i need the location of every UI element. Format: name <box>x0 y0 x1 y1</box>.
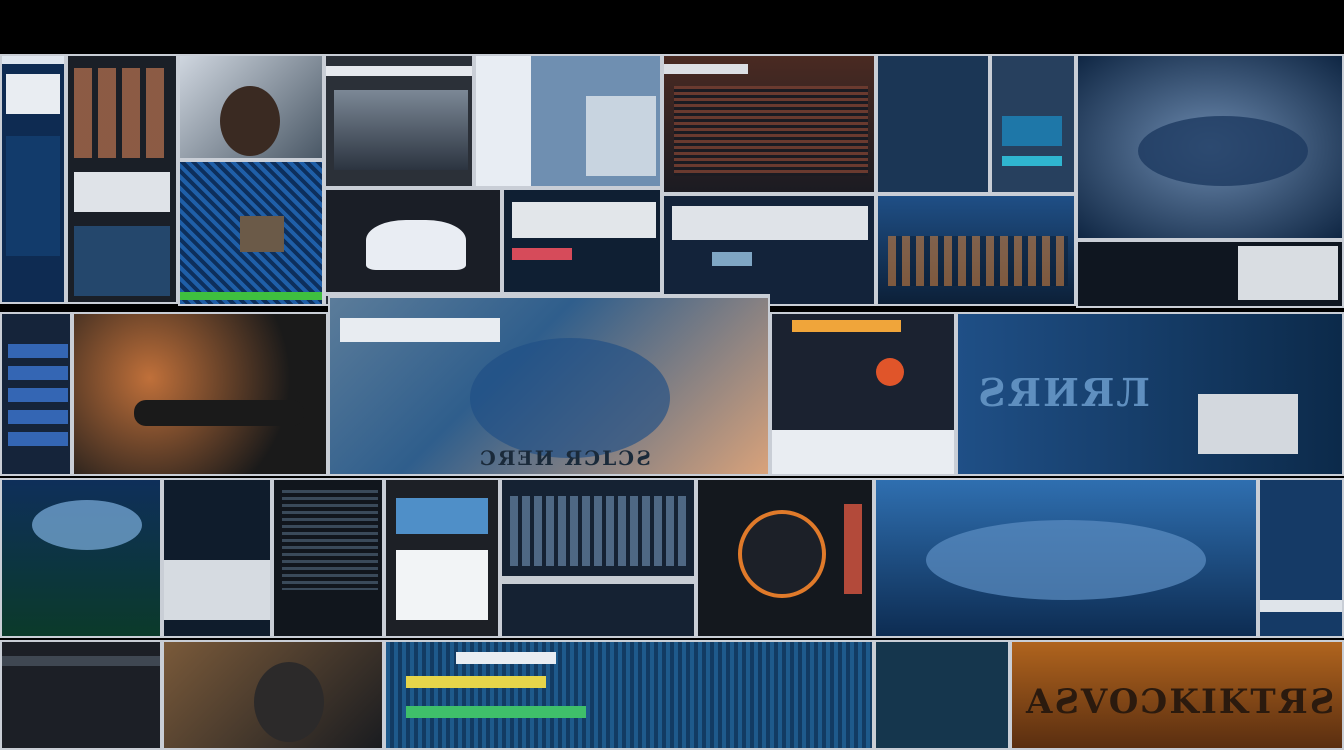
tile-titlebar <box>792 320 902 332</box>
tile-panel <box>1238 246 1338 300</box>
tile-panel <box>6 74 60 114</box>
screenshot-tile-9 <box>990 54 1076 194</box>
screenshot-tile-34: AƧVOƆKIKTЯƧ <box>1010 640 1344 750</box>
tile-panel <box>6 136 60 256</box>
tile-progress-bar <box>406 706 586 718</box>
tile-figure-shape <box>254 662 324 742</box>
screenshot-tile-7 <box>662 54 876 194</box>
tile-panel <box>396 550 488 620</box>
tile-figure-shape <box>220 86 280 156</box>
tile-overlay-text: AƧVOƆKIKTЯƧ <box>1026 682 1337 722</box>
tile-keyboard-grid <box>510 496 690 566</box>
tile-red-dot <box>876 358 904 386</box>
screenshot-tile-28 <box>874 478 1258 638</box>
screenshot-tile-29 <box>1258 478 1344 638</box>
screenshot-tile-13 <box>662 194 876 306</box>
screenshot-tile-4 <box>178 160 324 306</box>
screenshot-tile-3 <box>178 54 324 160</box>
tile-dark-strip <box>134 400 304 426</box>
tile-titlebar <box>326 66 472 76</box>
tile-scanline-area <box>282 490 378 590</box>
tile-icon-grid <box>8 344 68 454</box>
tile-titlebar <box>340 318 500 342</box>
tile-panel <box>772 430 954 474</box>
tile-wave-shape <box>32 500 142 550</box>
screenshot-tile-25 <box>384 478 500 638</box>
screenshot-tile-20 <box>770 312 956 476</box>
screenshot-tile-31 <box>162 640 384 750</box>
tile-panel <box>456 652 556 664</box>
screenshot-tile-14 <box>876 194 1076 306</box>
screenshot-tile-32 <box>384 640 874 750</box>
tile-panel <box>74 226 170 296</box>
screenshot-tile-30 <box>0 640 162 750</box>
screenshot-tile-19: ƆЯƎИ ЯƆLƆƧ <box>328 296 770 476</box>
tile-panel <box>1002 116 1062 146</box>
tile-panel <box>2 656 160 666</box>
tile-dial-shape <box>738 510 826 598</box>
screenshot-tile-17 <box>0 312 72 476</box>
tile-panel <box>74 172 170 212</box>
tile-progress-bar <box>406 676 546 688</box>
screenshot-tile-18 <box>72 312 328 476</box>
tile-panel <box>512 202 656 238</box>
tile-building-shape <box>586 96 656 176</box>
tile-panel <box>240 216 284 252</box>
tile-image-area <box>334 90 468 170</box>
tile-panel <box>502 576 694 584</box>
top-black-band <box>0 0 1344 54</box>
tile-whale-shape <box>926 520 1206 600</box>
tile-titlebar <box>2 56 64 64</box>
screenshot-tile-26 <box>500 478 696 638</box>
tile-panel <box>1002 156 1062 166</box>
tile-panel <box>164 560 270 620</box>
tile-panel <box>1198 394 1298 454</box>
screenshot-tile-10 <box>1076 54 1344 240</box>
screenshot-tile-22 <box>0 478 162 638</box>
tile-overlay-text: ƆЯƎИ ЯƆLƆƧ <box>480 446 653 470</box>
screenshot-tile-24 <box>272 478 384 638</box>
tile-scanline-area <box>674 86 868 176</box>
tile-scanline-area <box>888 236 1068 286</box>
screenshot-tile-23 <box>162 478 272 638</box>
screenshot-tile-27 <box>696 478 874 638</box>
screenshot-tile-12 <box>502 188 662 294</box>
tile-panel <box>844 504 862 594</box>
screenshot-tile-11 <box>324 188 502 294</box>
screenshot-tile-1 <box>0 54 66 304</box>
tile-tree-shape <box>470 338 670 458</box>
screenshot-tile-8 <box>876 54 990 194</box>
tile-creature-shape <box>1138 116 1308 186</box>
tile-overlay-text: ƧЯИЯЛ <box>978 370 1152 415</box>
tile-panel <box>672 206 868 240</box>
screenshot-tile-21: ƧЯИЯЛ <box>956 312 1344 476</box>
screenshot-tile-6 <box>474 54 662 188</box>
tile-thumbnail-grid <box>74 68 170 158</box>
tile-panel <box>712 252 752 266</box>
screenshot-tile-2 <box>66 54 178 304</box>
tile-panel <box>1260 600 1342 612</box>
tile-panel <box>396 498 488 534</box>
screenshot-tile-15 <box>1076 240 1344 308</box>
screenshot-tile-33 <box>874 640 1010 750</box>
tile-progress-bar <box>180 292 322 300</box>
tile-panel <box>512 248 572 260</box>
screenshot-tile-5 <box>324 54 474 188</box>
tile-titlebar <box>664 64 748 74</box>
tile-mountain-shape <box>366 220 466 270</box>
